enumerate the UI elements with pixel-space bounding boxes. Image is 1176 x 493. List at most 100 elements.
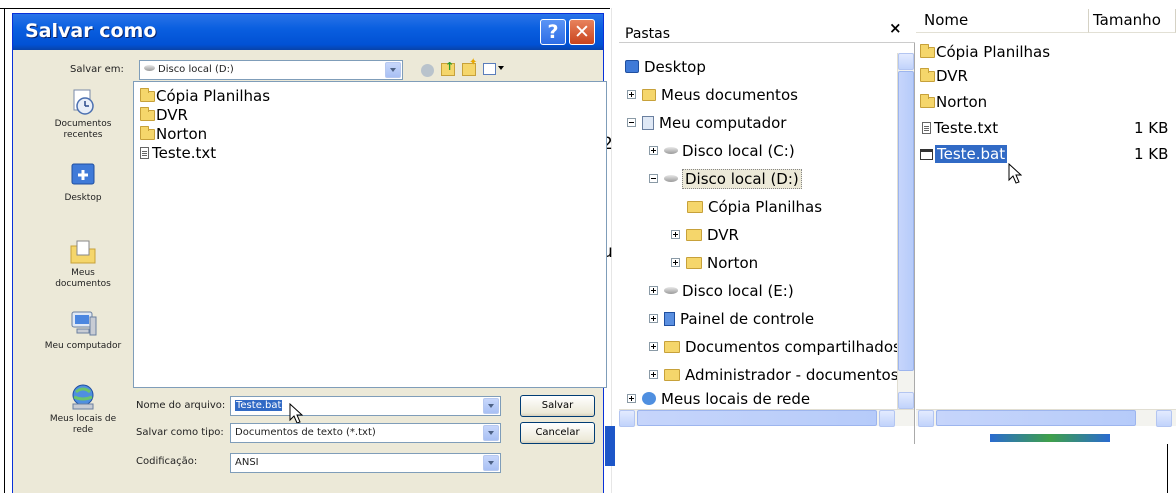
drive-icon — [664, 147, 678, 154]
tree-item-meus-documentos[interactable]: Meus documentos — [627, 85, 798, 105]
my-computer-icon — [68, 309, 98, 339]
place-network[interactable]: Meus locais de rede — [34, 382, 132, 436]
file-item-teste-txt[interactable]: Teste.txt — [140, 144, 216, 162]
tree-item-disco-d[interactable]: Disco local (D:) — [649, 169, 802, 189]
scroll-thumb[interactable] — [898, 71, 914, 371]
folder-icon — [687, 201, 703, 213]
close-pane-icon[interactable]: × — [889, 19, 902, 37]
expand-icon[interactable] — [627, 394, 636, 403]
tree-item-documentos-compartilhados[interactable]: Documentos compartilhados — [649, 337, 901, 357]
place-recent-documents[interactable]: Documentos recentes — [34, 87, 132, 141]
tree-item-desktop[interactable]: Desktop — [625, 57, 706, 77]
folders-pane-title: Pastas — [625, 26, 671, 42]
tree-label: Norton — [707, 254, 759, 272]
scroll-right-button[interactable] — [879, 410, 895, 427]
tree-item-administrador-documentos[interactable]: Administrador - documentos — [649, 365, 899, 385]
folders-horizontal-scrollbar[interactable] — [619, 409, 914, 427]
place-desktop[interactable]: Desktop — [34, 161, 132, 204]
collapse-icon[interactable] — [649, 174, 658, 183]
text-file-icon — [922, 122, 931, 134]
file-item-copia-planilhas[interactable]: Cópia Planilhas — [140, 87, 270, 105]
drive-icon — [664, 287, 678, 294]
expand-icon[interactable] — [649, 286, 658, 295]
file-name: DVR — [156, 106, 188, 124]
folders-pane: Pastas × Desktop Meus documentos Meu com… — [619, 9, 915, 444]
text-file-icon — [140, 147, 149, 159]
list-horizontal-scrollbar[interactable] — [916, 409, 1176, 427]
list-item-dvr[interactable]: DVR — [920, 67, 968, 85]
place-my-documents[interactable]: Meus documentos — [34, 236, 132, 290]
encoding-select[interactable]: ANSI — [230, 453, 501, 473]
tree-item-copia-planilhas[interactable]: Cópia Planilhas — [687, 197, 822, 217]
filename-input[interactable]: Teste.bat — [230, 396, 501, 416]
scroll-up-button[interactable] — [898, 53, 914, 70]
new-folder-icon[interactable]: ✦ — [462, 57, 477, 76]
folder-icon — [920, 94, 935, 108]
explorer-file-list[interactable]: Nome Tamanho Cópia Planilhas DVR Norton … — [916, 9, 1176, 444]
expand-icon[interactable] — [671, 258, 680, 267]
folder-icon — [920, 44, 935, 58]
batch-file-icon — [920, 149, 933, 160]
folder-icon — [140, 107, 155, 121]
close-button[interactable]: ✕ — [569, 19, 595, 45]
tree-item-dvr[interactable]: DVR — [671, 225, 739, 245]
expand-icon[interactable] — [627, 90, 636, 99]
save-in-combo[interactable]: Disco local (D:) — [139, 60, 403, 80]
scroll-down-button[interactable] — [898, 392, 914, 409]
expand-icon[interactable] — [649, 370, 658, 379]
list-item-teste-txt[interactable]: Teste.txt — [922, 119, 998, 137]
scroll-right-button[interactable] — [1156, 410, 1172, 427]
help-button[interactable]: ? — [540, 19, 566, 45]
tree-item-disco-e[interactable]: Disco local (E:) — [649, 281, 794, 301]
folders-pane-header: Pastas × — [619, 9, 915, 43]
tree-item-painel-de-controle[interactable]: Painel de controle — [649, 309, 814, 329]
expand-icon[interactable] — [671, 230, 680, 239]
drive-icon — [144, 65, 155, 71]
file-item-norton[interactable]: Norton — [140, 125, 207, 143]
save-button[interactable]: Salvar — [520, 395, 595, 417]
view-menu-icon[interactable] — [483, 63, 505, 76]
list-item-name: Teste.txt — [934, 119, 999, 137]
frame-left — [4, 8, 5, 493]
expand-icon[interactable] — [649, 146, 658, 155]
column-header-name[interactable]: Nome — [916, 9, 1089, 33]
back-icon[interactable] — [421, 64, 434, 77]
filetype-select[interactable]: Documentos de texto (*.txt) — [230, 423, 501, 443]
scroll-thumb[interactable] — [637, 410, 877, 426]
dialog-title: Salvar como — [25, 20, 157, 42]
folders-vertical-scrollbar[interactable] — [897, 53, 914, 409]
file-item-dvr[interactable]: DVR — [140, 106, 188, 124]
expand-icon[interactable] — [649, 342, 658, 351]
list-item-size: 1 KB — [1134, 145, 1169, 163]
list-item-teste-bat[interactable]: Teste.bat — [920, 145, 1008, 163]
tree-item-meu-computador[interactable]: Meu computador — [627, 113, 786, 133]
collapse-icon[interactable] — [627, 118, 636, 127]
column-header-size[interactable]: Tamanho — [1089, 9, 1176, 33]
folder-icon — [686, 257, 702, 269]
scroll-left-button[interactable] — [619, 410, 635, 427]
dialog-titlebar[interactable]: Salvar como ? ✕ — [13, 14, 603, 50]
filetype-label: Salvar como tipo: — [136, 427, 224, 438]
chevron-down-icon[interactable] — [483, 455, 499, 471]
tree-item-disco-c[interactable]: Disco local (C:) — [649, 141, 795, 161]
folder-icon — [140, 126, 155, 140]
chevron-down-icon[interactable] — [483, 425, 499, 441]
save-in-value: Disco local (D:) — [158, 64, 234, 75]
folder-icon — [686, 229, 702, 241]
up-folder-icon[interactable]: ↑ — [441, 60, 455, 76]
cancel-button[interactable]: Cancelar — [520, 422, 595, 444]
save-in-label: Salvar em: — [70, 64, 124, 75]
tree-item-meus-locais-de-rede[interactable]: Meus locais de rede — [627, 389, 810, 407]
scroll-left-button[interactable] — [918, 410, 934, 427]
place-my-computer[interactable]: Meu computador — [34, 309, 132, 352]
list-item-norton[interactable]: Norton — [920, 93, 987, 111]
network-places-icon — [642, 392, 656, 405]
tree-label: DVR — [707, 226, 739, 244]
file-list-pane[interactable]: Cópia Planilhas DVR Norton Teste.txt — [133, 81, 607, 388]
expand-icon[interactable] — [649, 314, 658, 323]
chevron-down-icon[interactable] — [483, 398, 499, 414]
chevron-down-icon[interactable] — [385, 62, 401, 78]
scroll-thumb[interactable] — [936, 410, 1136, 426]
list-item-copia-planilhas[interactable]: Cópia Planilhas — [920, 43, 1050, 61]
tree-item-norton[interactable]: Norton — [671, 253, 758, 273]
